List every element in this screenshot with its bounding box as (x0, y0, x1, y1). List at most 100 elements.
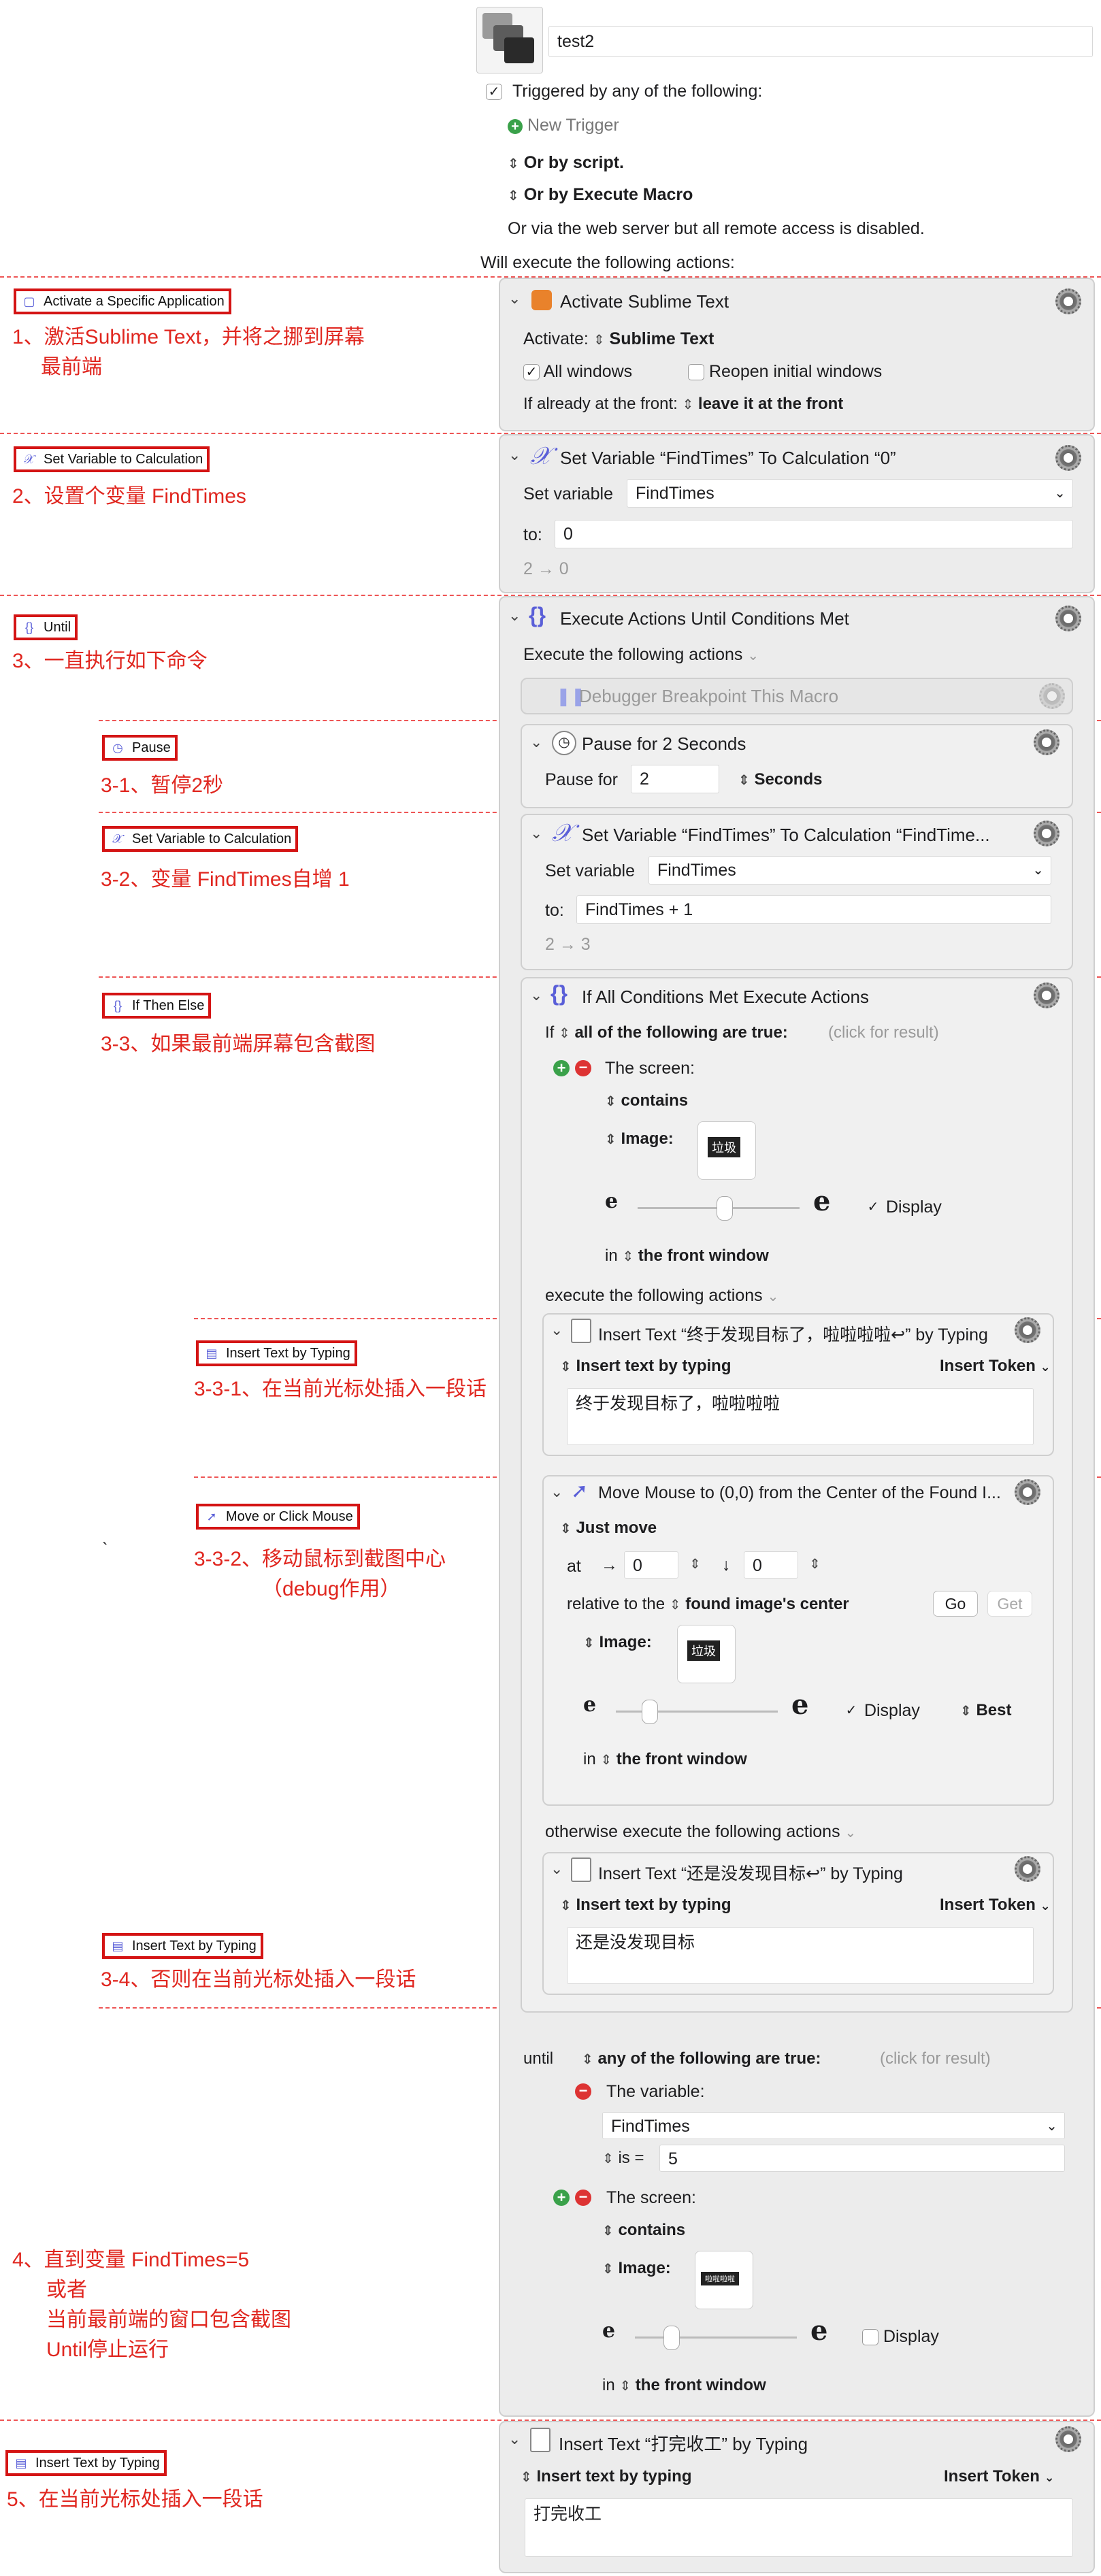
collapse-chevron[interactable]: ⌄ (550, 1860, 563, 1878)
until-variable-field[interactable]: FindTimes ⌄ (602, 2112, 1065, 2139)
gear-icon[interactable] (1034, 982, 1059, 1008)
remove-condition-icon[interactable]: − (575, 2190, 591, 2206)
image-well[interactable]: 垃圾 (677, 1625, 736, 1683)
gear-icon[interactable] (1015, 1479, 1040, 1505)
gear-icon[interactable] (1055, 288, 1081, 314)
collapse-chevron[interactable]: ⌄ (508, 446, 521, 464)
variable-name-field[interactable]: FindTimes ⌄ (627, 479, 1073, 508)
collapse-chevron[interactable]: ⌄ (508, 2430, 521, 2448)
display-checkbox[interactable]: ✓ (843, 1703, 859, 1719)
gear-icon[interactable] (1015, 1856, 1040, 1882)
gear-icon[interactable] (1034, 729, 1059, 755)
action-set-variable[interactable]: ⌄ 𝒳 Set Variable “FindTimes” To Calculat… (499, 434, 1095, 593)
text-area[interactable]: 终于发现目标了，啦啦啦啦 (567, 1388, 1034, 1445)
action-insert-text-1[interactable]: ⌄ Insert Text “终于发现目标了，啦啦啦啦↩” by Typing … (542, 1313, 1054, 1456)
display-option[interactable]: Display (862, 2327, 939, 2347)
fuzz-slider[interactable] (635, 2336, 797, 2339)
action-title[interactable]: Insert Text “打完收工” by Typing (559, 2430, 808, 2456)
or-by-script[interactable]: ⇕ Or by script. (508, 153, 624, 173)
click-for-result[interactable]: (click for result) (828, 1023, 939, 1042)
image-well[interactable]: 啦啦啦啦 (695, 2251, 753, 2309)
collapse-chevron[interactable]: ⌄ (550, 1321, 563, 1339)
insert-mode-select[interactable]: ⇕ Insert text by typing (560, 1896, 731, 1915)
collapse-chevron[interactable]: ⌄ (530, 987, 542, 1004)
image-select[interactable]: ⇕ Image: (605, 1129, 674, 1149)
display-checkbox[interactable] (862, 2329, 878, 2346)
operator-select[interactable]: ⇕ is = (602, 2149, 644, 2168)
insert-mode-select[interactable]: ⇕ Insert text by typing (521, 2467, 691, 2486)
contains-select[interactable]: ⇕ contains (602, 2221, 685, 2240)
calculation-field[interactable]: 0 (555, 520, 1073, 548)
action-title[interactable]: Debugger Breakpoint This Macro (579, 686, 838, 707)
action-set-variable-2[interactable]: ⌄ 𝒳 Set Variable “FindTimes” To Calculat… (521, 814, 1073, 970)
macro-name-field[interactable]: test2 (548, 26, 1093, 57)
action-insert-text-3[interactable]: ⌄ Insert Text “打完收工” by Typing ⇕ Insert … (499, 2421, 1095, 2573)
until-mode-select[interactable]: ⇕ any of the following are true: (582, 2049, 821, 2068)
reopen-checkbox[interactable] (688, 364, 704, 381)
display-checkbox[interactable]: ✓ (865, 1200, 881, 1216)
gear-icon[interactable] (1034, 821, 1059, 846)
action-insert-text-2[interactable]: ⌄ Insert Text “还是没发现目标↩” by Typing ⇕ Ins… (542, 1852, 1054, 1995)
unit-select[interactable]: ⇕ Seconds (738, 770, 822, 789)
contains-select[interactable]: ⇕ contains (605, 1091, 688, 1110)
pause-seconds-field[interactable]: 2 (631, 765, 719, 793)
x-stepper[interactable]: ⇕ (689, 1555, 701, 1572)
window-select[interactable]: the front window (638, 1246, 769, 1265)
y-field[interactable]: 0 (744, 1551, 798, 1579)
action-title[interactable]: If All Conditions Met Execute Actions (582, 987, 869, 1008)
action-title[interactable]: Move Mouse to (0,0) from the Center of t… (598, 1483, 1001, 1503)
new-trigger-button[interactable]: + New Trigger (508, 116, 619, 135)
reopen-option[interactable]: Reopen initial windows (688, 362, 882, 382)
insert-token-menu[interactable]: Insert Token ⌄ (940, 1357, 1051, 1376)
fuzz-slider-knob[interactable] (717, 1196, 733, 1221)
app-select[interactable]: Sublime Text (610, 329, 714, 348)
click-for-result[interactable]: (click for result) (880, 2049, 991, 2068)
gear-icon[interactable] (1055, 445, 1081, 471)
all-windows-checkbox[interactable]: ✓ (523, 364, 540, 381)
collapse-chevron[interactable]: ⌄ (530, 733, 542, 751)
action-pause[interactable]: ⌄ ◷ Pause for 2 Seconds Pause for 2 ⇕ Se… (521, 724, 1073, 808)
best-select[interactable]: ⇕ Best (960, 1701, 1011, 1720)
until-value-field[interactable]: 5 (659, 2145, 1065, 2172)
calculation-field[interactable]: FindTimes + 1 (576, 895, 1051, 924)
action-if-then-else[interactable]: ⌄ {} If All Conditions Met Execute Actio… (521, 977, 1073, 2013)
all-windows-option[interactable]: ✓ All windows (523, 362, 632, 382)
variable-name-field[interactable]: FindTimes ⌄ (648, 856, 1051, 885)
action-title[interactable]: Insert Text “终于发现目标了，啦啦啦啦↩” by Typing (598, 1321, 988, 1346)
image-select[interactable]: ⇕ Image: (602, 2259, 671, 2278)
gear-icon[interactable] (1039, 683, 1065, 709)
insert-token-menu[interactable]: Insert Token ⌄ (944, 2467, 1055, 2486)
action-title[interactable]: Insert Text “还是没发现目标↩” by Typing (598, 1860, 903, 1885)
action-activate-app[interactable]: ⌄ Activate Sublime Text Activate: ⇕ Subl… (499, 278, 1095, 431)
fuzz-slider-knob[interactable] (642, 1700, 658, 1724)
fuzz-slider[interactable] (616, 1711, 778, 1713)
image-select[interactable]: ⇕ Image: (583, 1633, 652, 1652)
action-execute-until[interactable]: ⌄ {} Execute Actions Until Conditions Me… (499, 596, 1095, 2417)
front-select[interactable]: leave it at the front (698, 395, 843, 413)
action-title[interactable]: Execute Actions Until Conditions Met (560, 608, 849, 629)
text-area[interactable]: 还是没发现目标 (567, 1927, 1034, 1984)
text-area[interactable]: 打完收工 (525, 2498, 1073, 2557)
relative-select[interactable]: found image's center (685, 1595, 849, 1613)
insert-token-menu[interactable]: Insert Token ⌄ (940, 1896, 1051, 1915)
display-option[interactable]: ✓ Display (865, 1198, 942, 1217)
condition-mode-select[interactable]: all of the following are true: (574, 1023, 787, 1042)
gear-icon[interactable] (1055, 606, 1081, 631)
collapse-chevron[interactable]: ⌄ (508, 290, 521, 308)
remove-condition-icon[interactable]: − (575, 2083, 591, 2100)
add-condition-icon[interactable]: + (553, 2190, 570, 2206)
action-title[interactable]: Set Variable “FindTimes” To Calculation … (560, 448, 896, 469)
display-option[interactable]: ✓ Display (843, 1701, 920, 1721)
window-select[interactable]: the front window (636, 2376, 766, 2394)
go-button[interactable]: Go (933, 1591, 978, 1617)
macro-icon[interactable] (476, 7, 543, 73)
gear-icon[interactable] (1055, 2426, 1081, 2452)
mouse-mode-select[interactable]: ⇕ Just move (560, 1519, 657, 1538)
collapse-chevron[interactable]: ⌄ (550, 1483, 563, 1501)
gear-icon[interactable] (1015, 1317, 1040, 1343)
triggered-checkbox[interactable]: ✓ (486, 84, 502, 101)
action-title[interactable]: Activate Sublime Text (560, 291, 729, 312)
get-button[interactable]: Get (987, 1591, 1032, 1617)
window-select[interactable]: the front window (617, 1750, 747, 1768)
or-by-execute-macro[interactable]: ⇕ Or by Execute Macro (508, 185, 693, 205)
